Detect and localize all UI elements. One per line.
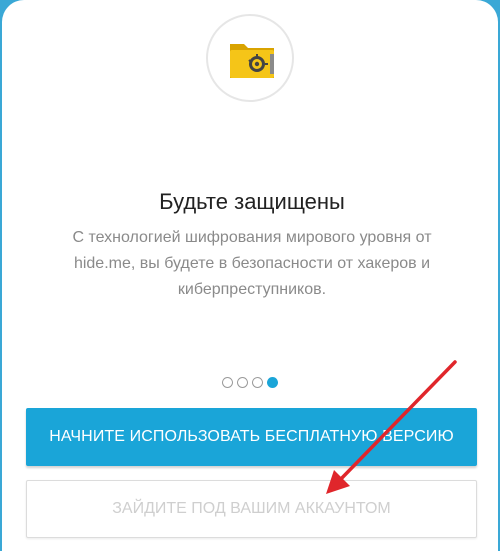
vault-safe-icon: [230, 44, 274, 78]
page-indicator: [222, 377, 278, 391]
onboarding-description: С технологией шифрования мирового уровня…: [72, 229, 432, 298]
logo-badge: [206, 14, 294, 102]
onboarding-title: Будьте защищены: [159, 189, 345, 214]
sign-in-account-button[interactable]: ЗАЙДИТЕ ПОД ВАШИМ АККАУНТОМ: [26, 480, 477, 538]
onboarding-card: Будьте защищены С технологией шифрования…: [2, 0, 498, 551]
page-dot[interactable]: [222, 377, 233, 388]
start-free-version-button[interactable]: НАЧНИТЕ ИСПОЛЬЗОВАТЬ БЕСПЛАТНУЮ ВЕРСИЮ: [26, 408, 477, 466]
app-screen: Будьте защищены С технологией шифрования…: [0, 0, 500, 551]
page-dot[interactable]: [237, 377, 248, 388]
page-dot-active[interactable]: [267, 377, 278, 388]
page-dot[interactable]: [252, 377, 263, 388]
